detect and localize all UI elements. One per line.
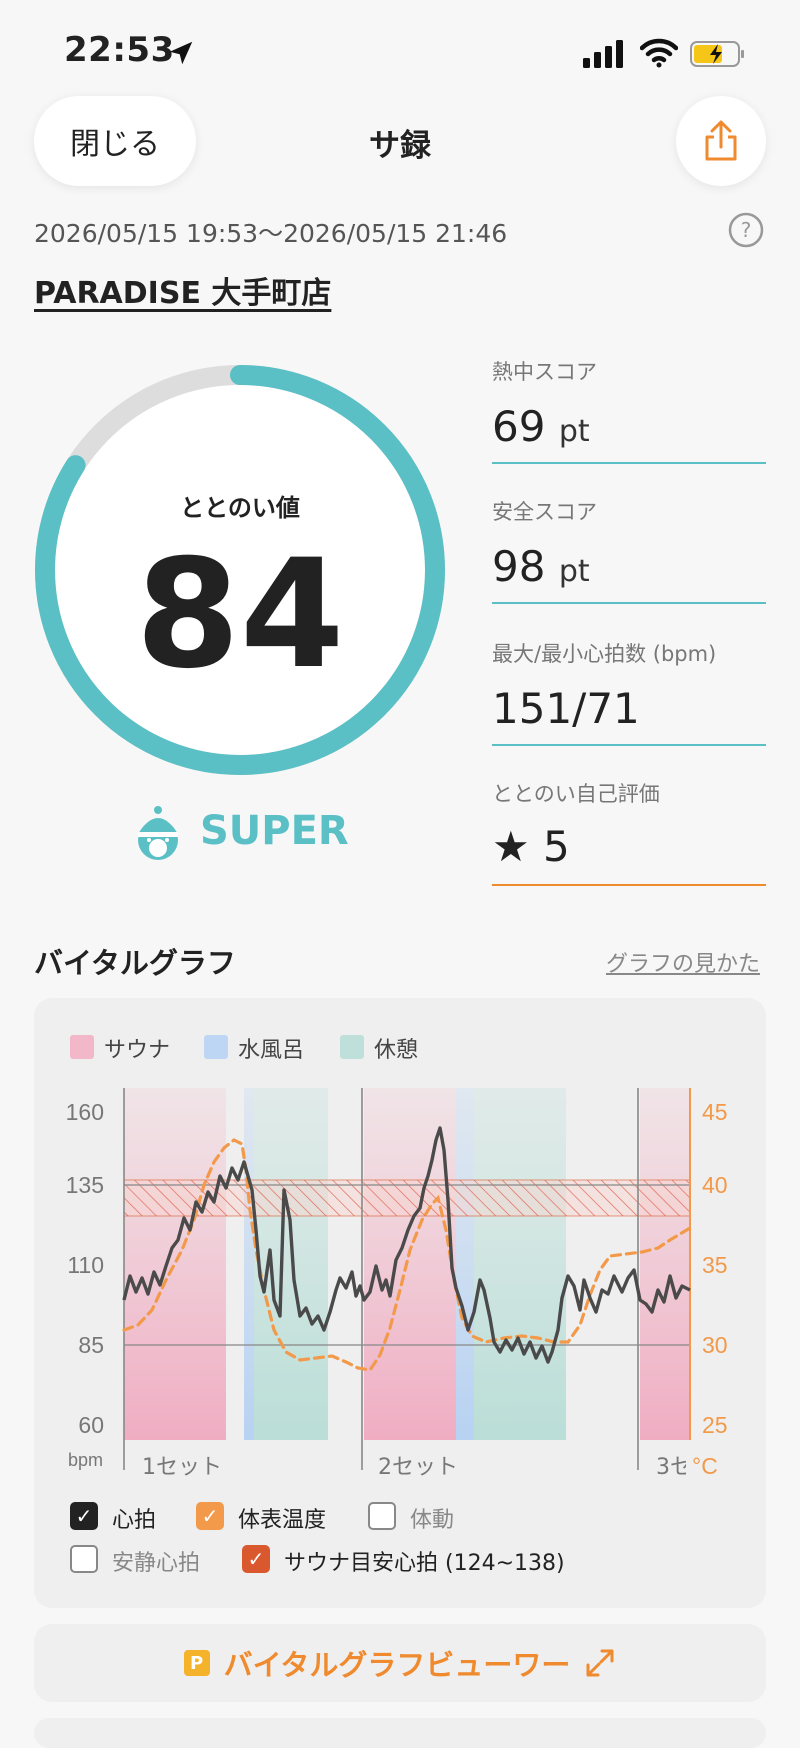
location-arrow-icon	[169, 41, 193, 65]
legend-rest: 休憩	[374, 1038, 419, 1063]
divider	[492, 602, 766, 604]
share-icon	[705, 120, 737, 161]
left-unit: bpm	[68, 1450, 103, 1470]
checkbox-heart-rate-label: 心拍	[112, 1508, 157, 1533]
checkbox-sauna-target-hr-label: サウナ目安心拍 (124~138)	[284, 1551, 565, 1576]
right-tick: 35	[702, 1252, 728, 1278]
right-unit: °C	[692, 1453, 718, 1479]
share-button[interactable]	[676, 96, 766, 186]
heart-rate-label: 最大/最小心拍数 (bpm)	[492, 642, 717, 666]
expand-icon	[586, 1649, 614, 1677]
right-tick: 45	[702, 1099, 728, 1125]
checkbox-body-motion[interactable]	[368, 1502, 396, 1530]
left-tick: 60	[78, 1412, 104, 1438]
left-tick: 110	[67, 1252, 104, 1278]
checkbox-resting-hr-label: 安静心拍	[112, 1551, 201, 1576]
heat-score-label: 熱中スコア	[492, 360, 597, 384]
band-sauna-1	[124, 1088, 226, 1440]
left-tick: 135	[66, 1172, 104, 1198]
premium-badge-icon: P	[183, 1650, 210, 1676]
score-label: ととのい値	[180, 494, 300, 522]
legend-cold-bath: 水風呂	[238, 1038, 305, 1063]
store-name-link[interactable]: PARADISE 大手町店	[34, 268, 331, 312]
set-label: 2セット	[378, 1455, 458, 1480]
band-rest-2	[474, 1088, 566, 1440]
self-rating-label: ととのい自己評価	[492, 782, 660, 806]
legend-swatch-rest	[340, 1035, 364, 1059]
divider	[492, 462, 766, 464]
set-label: 1セット	[142, 1455, 222, 1480]
checkbox-skin-temp[interactable]: ✓	[196, 1502, 224, 1530]
right-tick: 25	[702, 1412, 728, 1438]
vital-chart[interactable]: 160 135 110 85 60 bpm 45 40 35 30 25 1セッ…	[34, 1080, 766, 1490]
help-icon[interactable]: ?	[728, 212, 764, 248]
right-tick: 40	[702, 1172, 728, 1198]
vital-graph-viewer-button[interactable]: P バイタルグラフビューワー	[34, 1624, 766, 1702]
page-title: サ録	[369, 128, 431, 164]
wifi-icon	[640, 38, 678, 68]
divider	[492, 744, 766, 746]
divider	[492, 884, 766, 886]
battery-charging-icon	[690, 41, 744, 67]
legend-sauna: サウナ	[104, 1038, 171, 1063]
graph-help-link[interactable]: グラフの見かた	[606, 946, 760, 978]
session-date-range: 2026/05/15 19:53〜2026/05/15 21:46	[34, 219, 508, 248]
checkbox-heart-rate[interactable]: ✓	[70, 1502, 98, 1530]
safety-score-value: 98 pt	[492, 542, 590, 591]
right-tick: 30	[702, 1332, 728, 1358]
next-card	[34, 1718, 766, 1748]
checkbox-skin-temp-label: 体表温度	[238, 1508, 327, 1533]
vital-graph-title: バイタルグラフ	[34, 946, 236, 980]
left-tick: 85	[78, 1332, 104, 1358]
band-cold-2	[456, 1088, 474, 1440]
legend-swatch-cold-bath	[204, 1035, 228, 1059]
close-button[interactable]: 閉じる	[34, 96, 196, 186]
left-tick: 160	[66, 1099, 104, 1125]
band-rest-1	[254, 1088, 328, 1440]
score-value: 84	[135, 528, 345, 702]
viewer-button-label: バイタルグラフビューワー	[223, 1648, 571, 1682]
status-time: 22:53	[64, 30, 175, 70]
safety-score-label: 安全スコア	[492, 500, 597, 524]
checkbox-sauna-target-hr[interactable]: ✓	[242, 1545, 270, 1573]
checkbox-body-motion-label: 体動	[410, 1508, 455, 1533]
band-cold-1	[244, 1088, 254, 1440]
svg-text:?: ?	[741, 218, 752, 242]
rank-mascot-icon	[138, 806, 178, 860]
legend-swatch-sauna	[70, 1035, 94, 1059]
band-sauna-3	[640, 1088, 690, 1440]
rank-label: SUPER	[200, 808, 349, 854]
heart-rate-value: 151/71	[492, 684, 640, 733]
heat-score-value: 69 pt	[492, 402, 590, 451]
cellular-signal-icon	[583, 40, 623, 68]
checkbox-resting-hr[interactable]	[70, 1545, 98, 1573]
self-rating-value[interactable]: ★ 5	[492, 822, 570, 871]
